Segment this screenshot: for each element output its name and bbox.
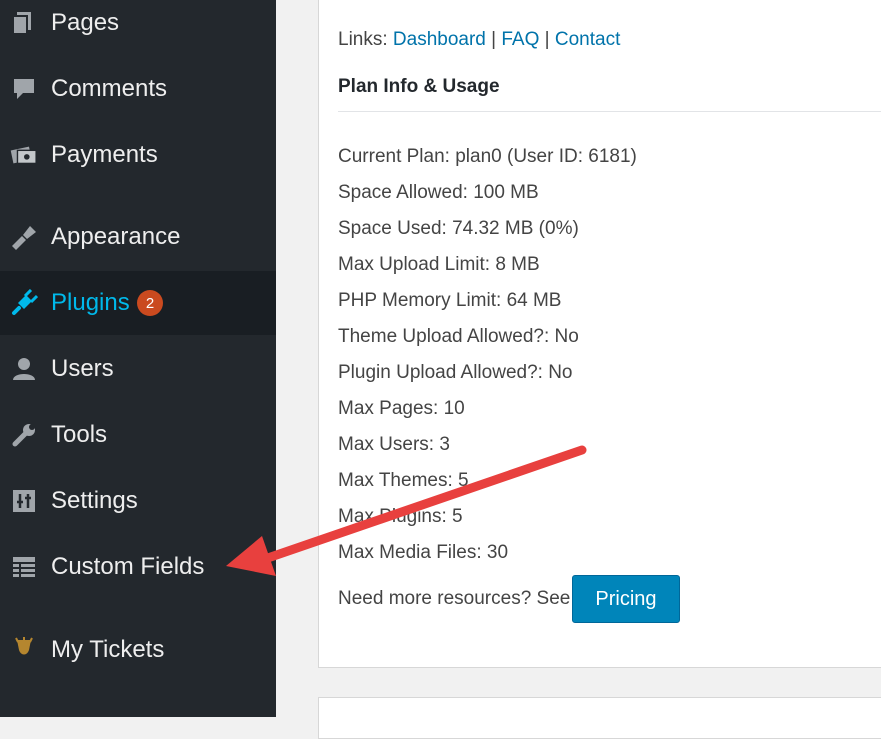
pages-icon (10, 9, 38, 37)
link-separator: | (544, 29, 550, 50)
sidebar-item-label: My Tickets (51, 636, 165, 663)
faq-link[interactable]: FAQ (501, 29, 539, 50)
info-line-space-allowed: Space Allowed: 100 MB (338, 182, 539, 203)
sidebar-item-label: Pages (51, 9, 120, 36)
info-line-php-memory: PHP Memory Limit: 64 MB (338, 290, 562, 311)
info-line-max-media: Max Media Files: 30 (338, 542, 509, 563)
sidebar-item-settings[interactable]: Settings (0, 469, 276, 533)
sidebar-item-label: Plugins (51, 289, 130, 316)
dashboard-link[interactable]: Dashboard (393, 29, 486, 50)
sidebar-item-plugins[interactable]: Plugins 2 (0, 271, 276, 335)
links-row: Links: Dashboard | FAQ | Contact (338, 29, 620, 51)
sidebar-item-label: Users (51, 355, 114, 382)
info-line-max-plugins: Max Plugins: 5 (338, 506, 463, 527)
sidebar-item-label: Comments (51, 75, 168, 102)
sidebar-item-custom-fields[interactable]: Custom Fields (0, 535, 276, 599)
sidebar-item-comments[interactable]: Comments (0, 57, 276, 121)
sidebar-item-my-tickets[interactable]: My Tickets (0, 618, 276, 682)
need-more-text: Need more resources? See (338, 588, 571, 609)
appearance-icon (10, 223, 38, 251)
tools-icon (10, 421, 38, 449)
tickets-icon (10, 636, 38, 664)
info-line-max-themes: Max Themes: 5 (338, 470, 469, 491)
sidebar-item-label: Appearance (51, 223, 181, 250)
plugins-icon (10, 289, 38, 317)
section-divider (338, 111, 881, 112)
settings-icon (10, 487, 38, 515)
secondary-panel (318, 697, 881, 739)
info-line-space-used: Space Used: 74.32 MB (0%) (338, 218, 579, 239)
sidebar-item-payments[interactable]: Payments (0, 123, 276, 187)
sidebar-item-appearance[interactable]: Appearance (0, 205, 276, 269)
pricing-button[interactable]: Pricing (572, 575, 680, 623)
links-prefix: Links: (338, 29, 388, 50)
update-count-badge: 2 (137, 290, 163, 316)
section-title: Plan Info & Usage (338, 76, 500, 97)
contact-link[interactable]: Contact (555, 29, 620, 50)
sidebar-item-label: Settings (51, 487, 138, 514)
payments-icon (10, 141, 38, 169)
sidebar-item-label: Tools (51, 421, 108, 448)
sidebar-item-pages[interactable]: Pages (0, 0, 276, 55)
users-icon (10, 355, 38, 383)
info-line-max-pages: Max Pages: 10 (338, 398, 465, 419)
comments-icon (10, 75, 38, 103)
sidebar-item-label: Payments (51, 141, 158, 168)
info-line-max-upload: Max Upload Limit: 8 MB (338, 254, 540, 275)
info-line-max-users: Max Users: 3 (338, 434, 450, 455)
sidebar-item-label: Custom Fields (51, 553, 205, 580)
info-line-plugin-upload: Plugin Upload Allowed?: No (338, 362, 573, 383)
info-line-theme-upload: Theme Upload Allowed?: No (338, 326, 579, 347)
info-line-current-plan: Current Plan: plan0 (User ID: 6181) (338, 146, 637, 167)
custom-fields-icon (10, 553, 38, 581)
sidebar-item-tools[interactable]: Tools (0, 403, 276, 467)
sidebar-item-users[interactable]: Users (0, 337, 276, 401)
admin-sidebar: Pages Comments Payments Appearance Plugi… (0, 0, 276, 717)
link-separator: | (491, 29, 497, 50)
